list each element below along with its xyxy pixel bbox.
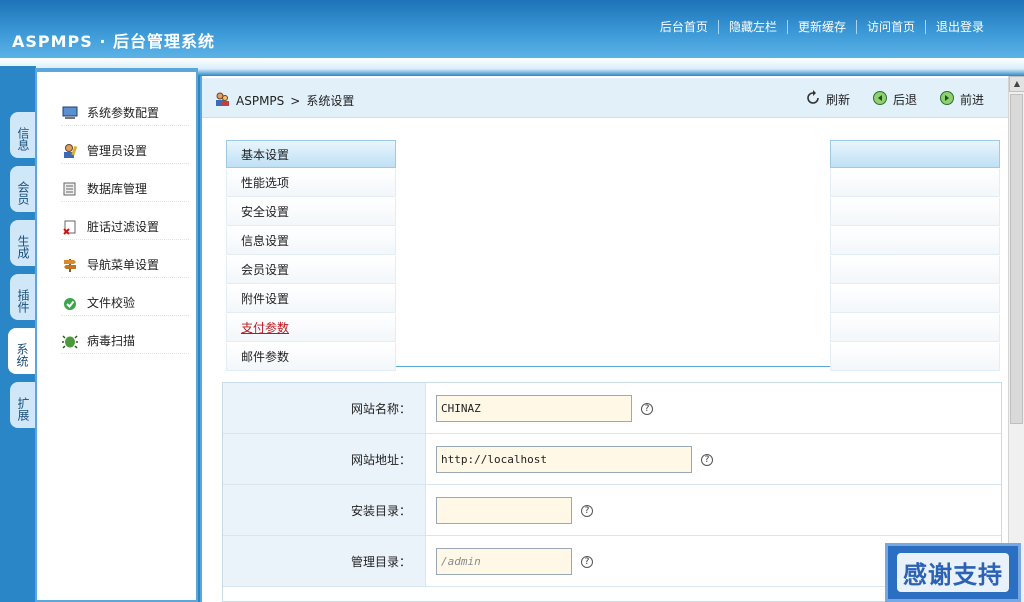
- scroll-thumb[interactable]: [1010, 94, 1023, 424]
- admin-user-icon: [61, 142, 79, 160]
- refresh-label: 刷新: [825, 93, 850, 107]
- forward-label: 前进: [959, 93, 984, 107]
- breadcrumb: ASPMPS > 系统设置: [214, 91, 354, 110]
- vtab-extend[interactable]: 扩展: [10, 382, 36, 428]
- tab-email[interactable]: 邮件参数: [226, 343, 396, 371]
- nav-logout[interactable]: 退出登录: [924, 20, 994, 34]
- vtab-plugin[interactable]: 插件: [10, 274, 36, 320]
- nav-hide-left[interactable]: 隐藏左栏: [717, 20, 787, 34]
- sidebar-item-nav-menu[interactable]: 导航菜单设置: [61, 252, 189, 278]
- category-tabs-right: [830, 140, 1000, 372]
- signpost-icon: [61, 256, 79, 274]
- site-name-label: 网站名称：: [223, 383, 426, 433]
- back-label: 后退: [892, 93, 917, 107]
- category-tabs: 基本设置 性能选项 安全设置 信息设置 会员设置 附件设置 支付参数 邮件参数: [226, 140, 396, 372]
- back-arrow-icon: [872, 90, 888, 109]
- tab-member-settings[interactable]: 会员设置: [226, 256, 396, 284]
- nav-visit-home[interactable]: 访问首页: [855, 20, 925, 34]
- tab-placeholder: [830, 198, 1000, 226]
- tab-placeholder: [830, 169, 1000, 197]
- admin-dir-input[interactable]: [436, 548, 572, 575]
- form-row-install-dir: 安装目录： ?: [223, 485, 1001, 536]
- thanks-badge-label: 感谢支持: [897, 553, 1009, 592]
- sidebar-item-file-check[interactable]: 文件校验: [61, 290, 189, 316]
- form-row-site-name: 网站名称： ?: [223, 383, 1001, 434]
- tab-attachment[interactable]: 附件设置: [226, 285, 396, 313]
- vtab-system[interactable]: 系统: [8, 328, 36, 374]
- sidebar-item-label: 导航菜单设置: [87, 258, 160, 272]
- site-url-label: 网站地址：: [223, 434, 426, 484]
- vtab-info[interactable]: 信息: [10, 112, 36, 158]
- main-panel: ASPMPS > 系统设置 刷新 后退 前进 基本设置 性能选项 安全设置 信息…: [200, 76, 1008, 602]
- nav-admin-home[interactable]: 后台首页: [650, 20, 718, 34]
- refresh-button[interactable]: 刷新: [805, 90, 850, 109]
- tab-info-settings[interactable]: 信息设置: [226, 227, 396, 255]
- sidebar-item-virus-scan[interactable]: 病毒扫描: [61, 328, 189, 354]
- site-url-input[interactable]: [436, 446, 692, 473]
- thanks-badge: 感谢支持: [885, 543, 1021, 602]
- nav-update-cache[interactable]: 更新缓存: [786, 20, 856, 34]
- vtab-generate[interactable]: 生成: [10, 220, 36, 266]
- tab-placeholder: [830, 343, 1000, 371]
- tab-payment[interactable]: 支付参数: [226, 314, 396, 342]
- sidebar-item-label: 脏话过滤设置: [87, 220, 160, 234]
- app-logo: ASPMPS · 后台管理系统: [12, 32, 216, 51]
- scroll-up-icon[interactable]: ▲: [1009, 76, 1024, 92]
- breadcrumb-current: 系统设置: [306, 94, 355, 108]
- app-header: ASPMPS · 后台管理系统 后台首页 隐藏左栏 更新缓存 访问首页 退出登录: [0, 0, 1024, 58]
- site-name-input[interactable]: [436, 395, 632, 422]
- users-icon: [214, 91, 230, 110]
- sidebar-item-label: 文件校验: [87, 296, 136, 310]
- check-shield-icon: [61, 294, 79, 312]
- forward-arrow-icon: [939, 90, 955, 109]
- tab-divider: [396, 366, 830, 367]
- help-icon[interactable]: ?: [581, 505, 593, 517]
- sidebar-item-system-config[interactable]: 系统参数配置: [61, 100, 189, 126]
- sidebar-item-filter[interactable]: 脏话过滤设置: [61, 214, 189, 240]
- sidebar: 系统参数配置 管理员设置 数据库管理 脏话过滤设置 导航菜单设置 文件校验 病毒…: [35, 68, 198, 602]
- tab-security[interactable]: 安全设置: [226, 198, 396, 226]
- vertical-scrollbar[interactable]: ▲: [1008, 76, 1024, 602]
- sidebar-item-label: 系统参数配置: [87, 106, 160, 120]
- refresh-icon: [805, 90, 821, 109]
- help-icon[interactable]: ?: [581, 556, 593, 568]
- tab-basic-settings[interactable]: 基本设置: [226, 140, 396, 168]
- install-dir-input[interactable]: [436, 497, 572, 524]
- bug-icon: [61, 332, 79, 350]
- breadcrumb-separator: >: [290, 93, 301, 108]
- sidebar-item-label: 病毒扫描: [87, 334, 136, 348]
- help-icon[interactable]: ?: [641, 403, 653, 415]
- sidebar-item-database[interactable]: 数据库管理: [61, 176, 189, 202]
- tab-placeholder: [830, 285, 1000, 313]
- vtab-member[interactable]: 会员: [10, 166, 36, 212]
- tab-placeholder: [830, 314, 1000, 342]
- install-dir-label: 安装目录：: [223, 485, 426, 535]
- monitor-icon: [61, 104, 79, 122]
- admin-dir-label: 管理目录：: [223, 536, 426, 586]
- form-row-site-url: 网站地址： ?: [223, 434, 1001, 485]
- back-button[interactable]: 后退: [872, 90, 917, 109]
- top-nav: 后台首页 隐藏左栏 更新缓存 访问首页 退出登录: [650, 20, 994, 34]
- tab-placeholder: [830, 227, 1000, 255]
- filter-icon: [61, 218, 79, 236]
- forward-button[interactable]: 前进: [939, 90, 984, 109]
- vertical-tabs: 信息 会员 生成 插件 系统 扩展: [0, 66, 36, 602]
- help-icon[interactable]: ?: [701, 454, 713, 466]
- toolbar-actions: 刷新 后退 前进: [783, 90, 984, 109]
- tab-placeholder: [830, 256, 1000, 284]
- sidebar-item-admin-settings[interactable]: 管理员设置: [61, 138, 189, 164]
- tab-performance[interactable]: 性能选项: [226, 169, 396, 197]
- breadcrumb-root[interactable]: ASPMPS: [236, 94, 284, 108]
- tab-placeholder: [830, 140, 1000, 168]
- toolbar: ASPMPS > 系统设置 刷新 后退 前进: [202, 78, 1008, 118]
- database-icon: [61, 180, 79, 198]
- sidebar-item-label: 管理员设置: [87, 144, 148, 158]
- sidebar-item-label: 数据库管理: [87, 182, 148, 196]
